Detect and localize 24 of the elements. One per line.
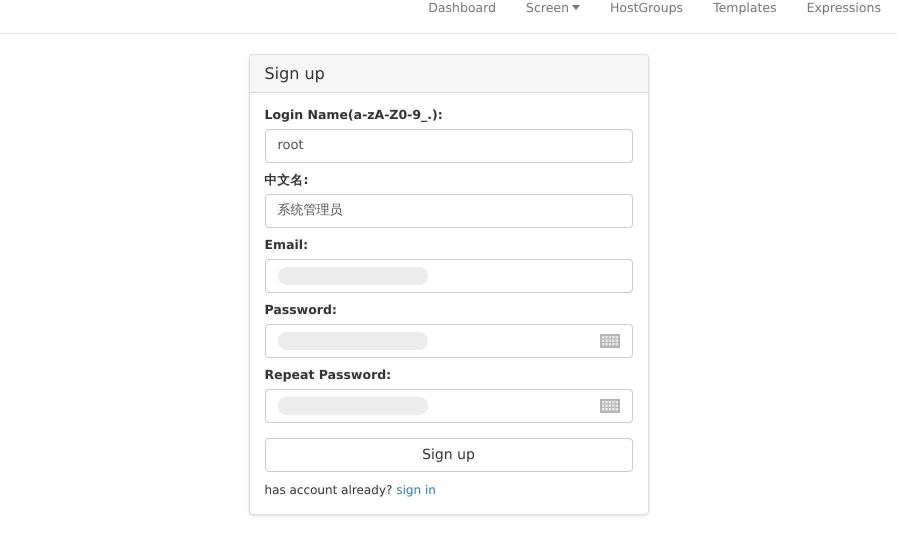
- field-value: 系统管理员: [278, 202, 342, 220]
- field-label: Login Name(a-zA-Z0-9_.):: [264, 107, 444, 123]
- field-value: root: [278, 137, 304, 156]
- input-field[interactable]: root: [264, 129, 632, 163]
- panel-title: Sign up: [264, 62, 325, 84]
- nav-link[interactable]: Screen: [526, 0, 580, 15]
- input-field[interactable]: [264, 259, 632, 293]
- input-field[interactable]: [264, 324, 632, 358]
- field-label: Email:: [264, 237, 310, 253]
- keyboard-icon: [600, 334, 620, 348]
- footer-text: has account already?: [264, 482, 392, 499]
- field-label: Repeat Password:: [264, 367, 392, 383]
- field-label: Password:: [264, 302, 338, 318]
- signup-button[interactable]: Sign up: [264, 438, 632, 472]
- nav-link[interactable]: Dashboard: [428, 0, 496, 15]
- input-field[interactable]: [264, 389, 632, 423]
- keyboard-icon: [600, 399, 620, 413]
- nav-link[interactable]: Templates: [713, 0, 777, 15]
- signin-link[interactable]: sign in: [396, 481, 436, 499]
- input-field[interactable]: 系统管理员: [264, 194, 632, 228]
- field-label: 中文名:: [264, 172, 310, 188]
- caret-icon: [572, 5, 580, 10]
- nav-link[interactable]: HostGroups: [610, 0, 684, 15]
- nav-link[interactable]: Expressions: [806, 0, 881, 15]
